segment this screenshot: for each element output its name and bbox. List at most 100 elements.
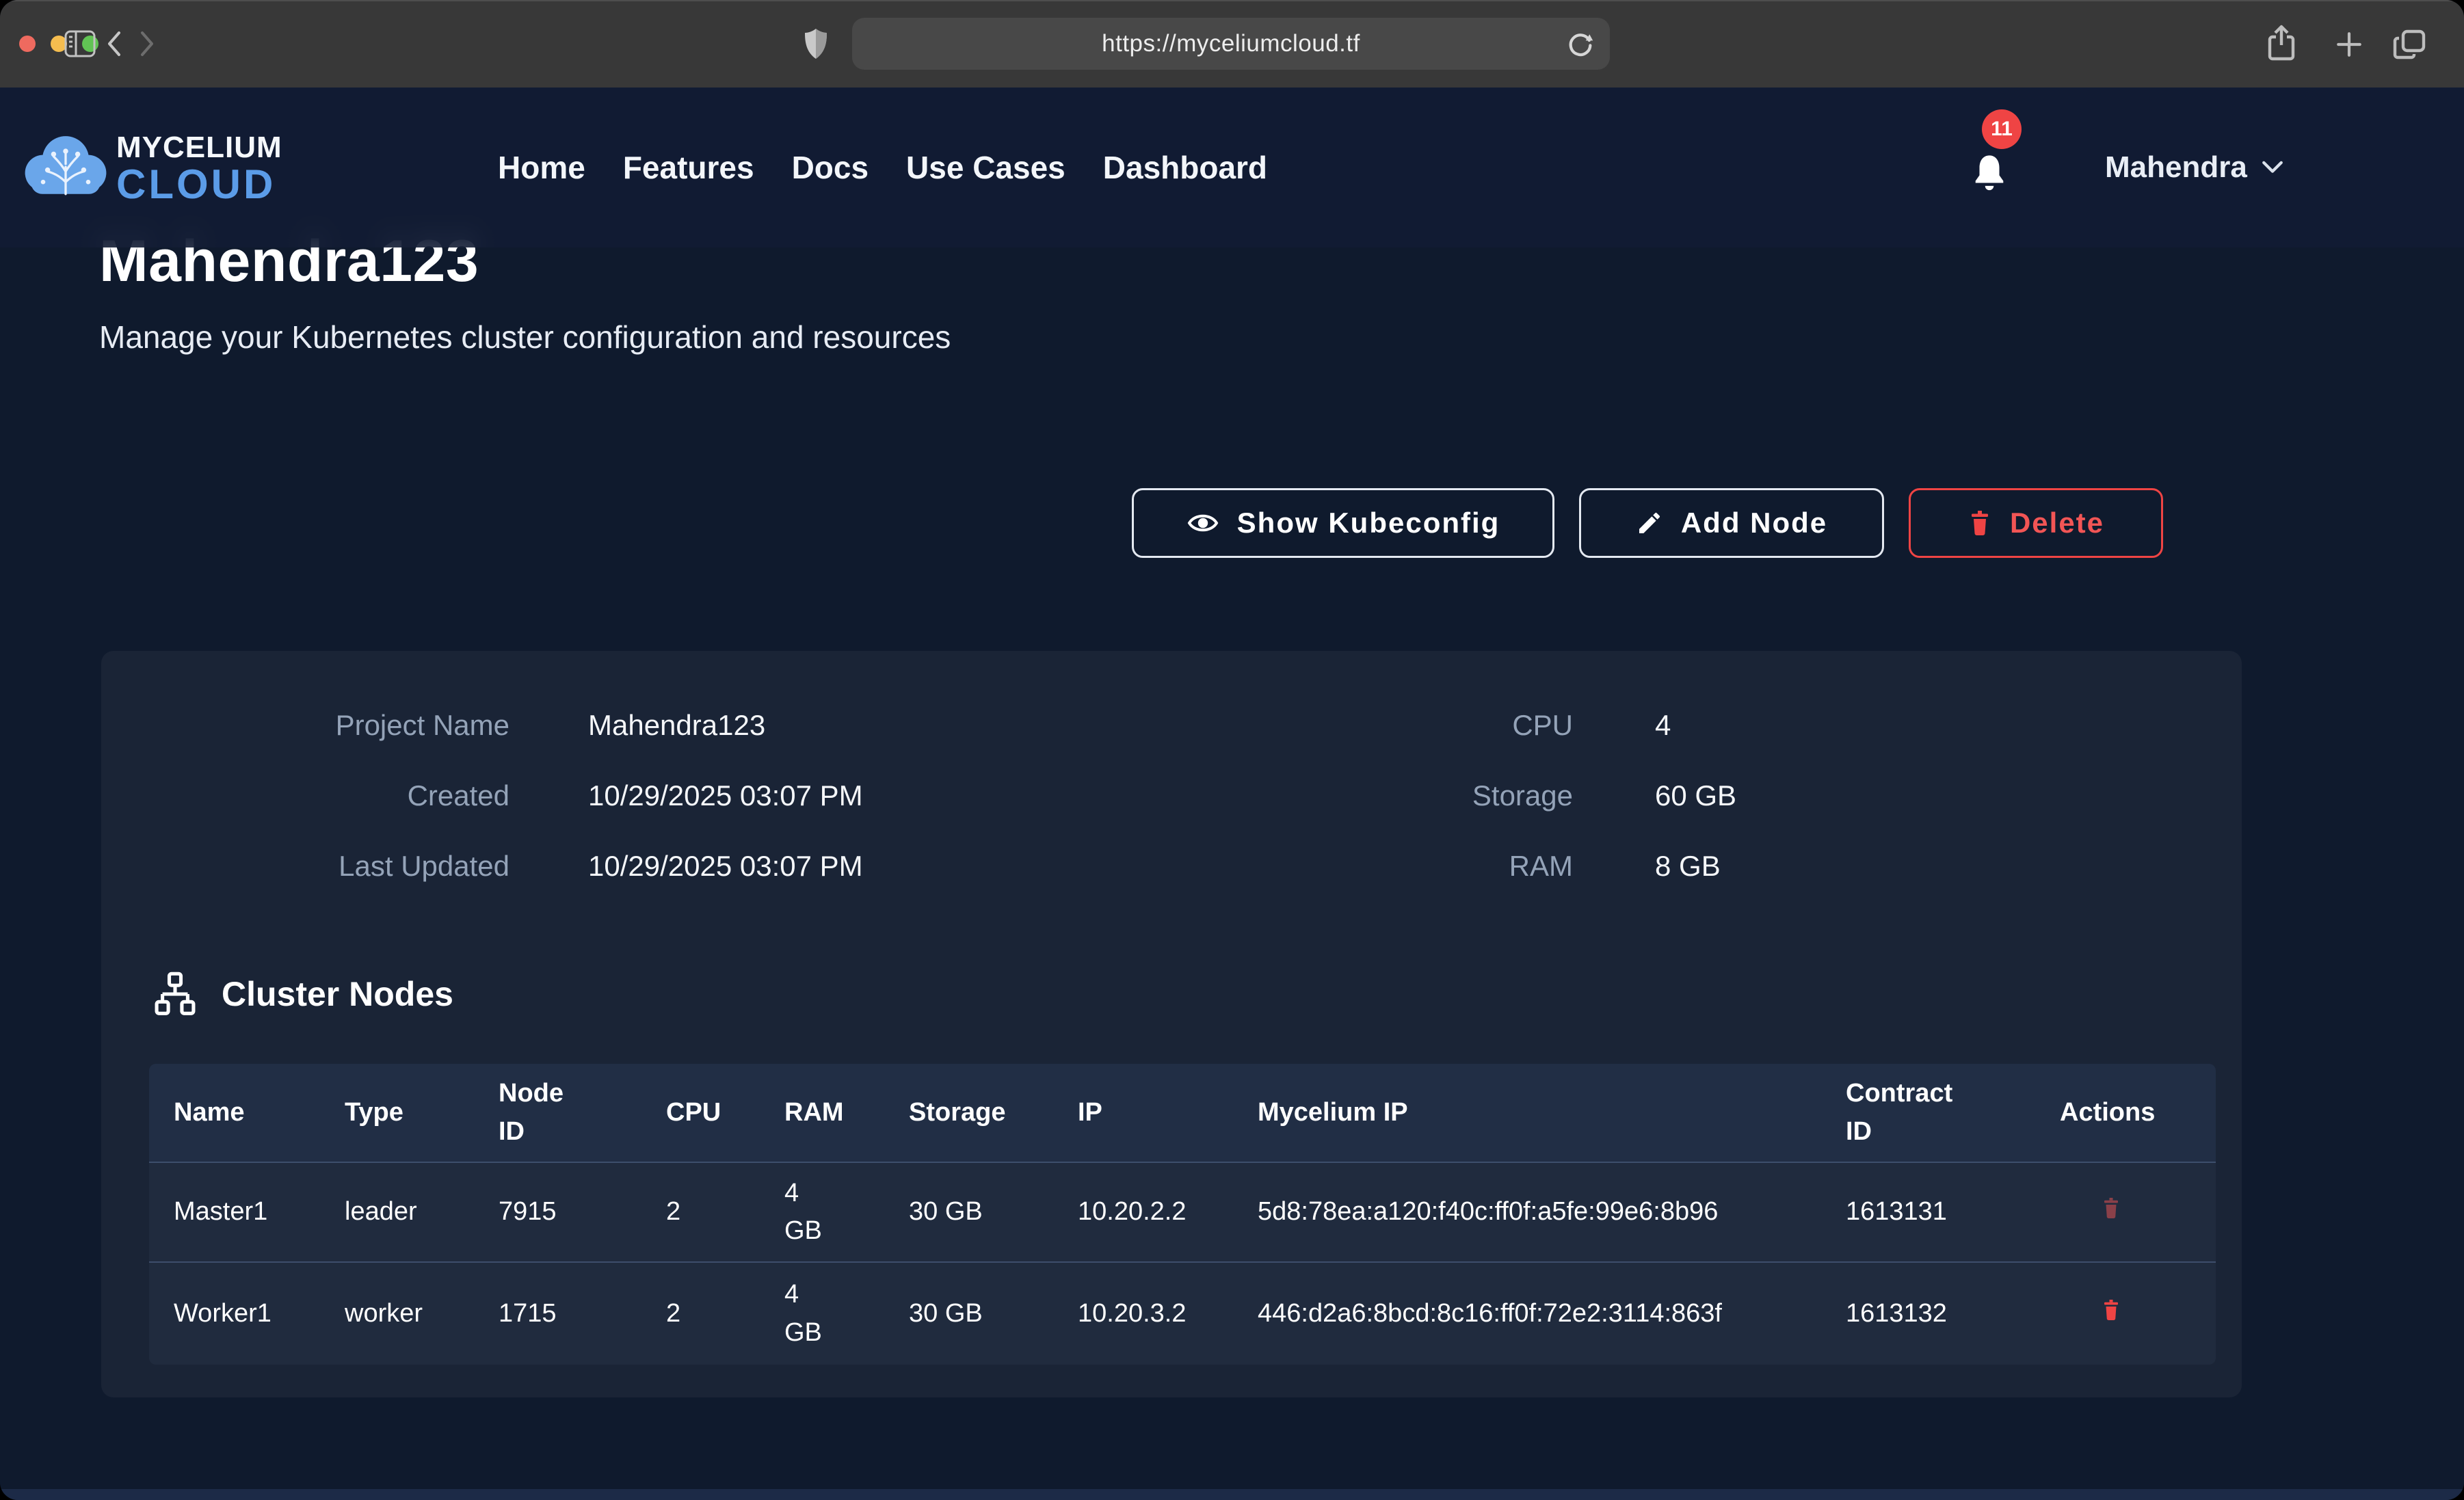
trash-icon	[2101, 1298, 2121, 1322]
mycelium-cloud-logo-icon[interactable]	[21, 127, 111, 204]
privacy-shield-button[interactable]	[803, 27, 829, 60]
nav-link-use-cases[interactable]: Use Cases	[906, 149, 1065, 186]
cell-node-id: 1715	[474, 1262, 641, 1365]
column-header-node-id: Node ID	[474, 1064, 641, 1162]
chevron-right-icon	[135, 30, 159, 57]
share-icon	[2265, 23, 2298, 63]
cell-type: leader	[320, 1162, 474, 1262]
shield-icon	[803, 27, 829, 60]
page-subtitle: Manage your Kubernetes cluster configura…	[99, 319, 951, 356]
column-header-name: Name	[149, 1064, 320, 1162]
detail-value: Mahendra123	[588, 709, 765, 742]
nav-link-features[interactable]: Features	[623, 149, 754, 186]
table-row: Master1 leader 7915 2 4 GB 30 GB 10.20.2…	[149, 1162, 2216, 1262]
tabs-icon	[2392, 29, 2426, 60]
delete-node-button[interactable]	[2101, 1298, 2121, 1322]
sidebar-toggle-button[interactable]	[64, 30, 96, 57]
cluster-detail-panel: Project Name Mahendra123 Created 10/29/2…	[101, 651, 2242, 1397]
sidebar-icon	[64, 30, 96, 57]
tab-overview-button[interactable]	[2392, 29, 2426, 60]
browser-window: https://myceliumcloud.tf	[0, 0, 2464, 1500]
trash-icon	[2101, 1196, 2121, 1220]
eye-icon	[1187, 509, 1219, 537]
notifications-button[interactable]: 11	[1965, 88, 2048, 247]
cell-node-id: 7915	[474, 1162, 641, 1262]
detail-label: CPU	[1195, 709, 1573, 742]
cell-ram: 4 GB	[760, 1162, 884, 1262]
detail-value: 8 GB	[1655, 850, 1721, 883]
nav-link-docs[interactable]: Docs	[792, 149, 869, 186]
delete-label: Delete	[2010, 507, 2104, 539]
detail-value: 4	[1655, 709, 1671, 742]
browser-toolbar: https://myceliumcloud.tf	[0, 0, 2464, 88]
url-bar[interactable]: https://myceliumcloud.tf	[852, 18, 1610, 70]
table-row: Worker1 worker 1715 2 4 GB 30 GB 10.20.3…	[149, 1262, 2216, 1365]
detail-label: Storage	[1195, 779, 1573, 812]
show-kubeconfig-button[interactable]: Show Kubeconfig	[1132, 488, 1554, 558]
column-header-type: Type	[320, 1064, 474, 1162]
user-name: Mahendra	[2105, 150, 2247, 185]
chevron-left-icon	[103, 30, 126, 57]
cell-ip: 10.20.3.2	[1053, 1262, 1233, 1365]
add-node-label: Add Node	[1681, 507, 1827, 539]
cell-contract-id: 1613131	[1821, 1162, 2035, 1262]
nav-link-dashboard[interactable]: Dashboard	[1103, 149, 1267, 186]
back-button[interactable]	[103, 30, 126, 57]
notification-badge: 11	[1982, 109, 2022, 149]
details-left-column: Project Name Mahendra123 Created 10/29/2…	[101, 690, 863, 901]
site-navbar: MYCELIUM CLOUD Home Features Docs Use Ca…	[0, 88, 2464, 247]
cell-actions	[2035, 1262, 2216, 1365]
reload-button[interactable]	[1566, 29, 1595, 64]
plus-icon	[2335, 30, 2363, 59]
show-kubeconfig-label: Show Kubeconfig	[1237, 507, 1500, 539]
cell-actions	[2035, 1162, 2216, 1262]
delete-node-button[interactable]	[2101, 1196, 2121, 1220]
cell-storage: 30 GB	[884, 1262, 1053, 1365]
detail-row: Created 10/29/2025 03:07 PM	[101, 760, 863, 831]
reload-icon	[1566, 29, 1595, 60]
delete-cluster-button[interactable]: Delete	[1909, 488, 2163, 558]
column-header-mycelium-ip: Mycelium IP	[1233, 1064, 1821, 1162]
column-header-ram: RAM	[760, 1064, 884, 1162]
cell-mycelium-ip: 5d8:78ea:a120:f40c:ff0f:a5fe:99e6:8b96	[1233, 1162, 1821, 1262]
detail-row: Last Updated 10/29/2025 03:07 PM	[101, 831, 863, 901]
cell-type: worker	[320, 1262, 474, 1365]
cell-cpu: 2	[641, 1262, 760, 1365]
cluster-nodes-table: Name Type Node ID CPU RAM Storage IP Myc…	[149, 1064, 2216, 1365]
nav-link-home[interactable]: Home	[498, 149, 585, 186]
user-menu[interactable]: Mahendra	[2105, 88, 2284, 247]
column-header-contract-id: Contract ID	[1821, 1064, 2035, 1162]
trash-icon	[1968, 509, 1992, 537]
close-window-button[interactable]	[19, 36, 36, 52]
column-header-actions: Actions	[2035, 1064, 2216, 1162]
cluster-nodes-icon	[152, 971, 198, 1017]
share-button[interactable]	[2265, 23, 2298, 63]
detail-label: Last Updated	[101, 850, 509, 883]
cell-cpu: 2	[641, 1162, 760, 1262]
page-body: Mahendra123 Manage your Kubernetes clust…	[0, 88, 2464, 1500]
brand-line1: MYCELIUM	[116, 133, 282, 163]
detail-row: Project Name Mahendra123	[101, 690, 863, 760]
table-header-row: Name Type Node ID CPU RAM Storage IP Myc…	[149, 1064, 2216, 1162]
brand-line2: CLOUD	[116, 164, 282, 205]
add-node-button[interactable]: Add Node	[1579, 488, 1884, 558]
cluster-action-buttons: Show Kubeconfig Add Node Delete	[1132, 488, 2163, 558]
detail-value: 10/29/2025 03:07 PM	[588, 850, 863, 883]
cell-contract-id: 1613132	[1821, 1262, 2035, 1365]
column-header-cpu: CPU	[641, 1064, 760, 1162]
detail-row: CPU 4	[1195, 690, 1736, 760]
cluster-nodes-heading: Cluster Nodes	[152, 971, 453, 1017]
url-text: https://myceliumcloud.tf	[1102, 30, 1360, 57]
forward-button[interactable]	[135, 30, 159, 57]
pencil-icon	[1636, 509, 1663, 537]
detail-label: Created	[101, 779, 509, 812]
footer-strip	[0, 1489, 2464, 1500]
details-right-column: CPU 4 Storage 60 GB RAM 8 GB	[1195, 690, 1736, 901]
cell-ram: 4 GB	[760, 1262, 884, 1365]
brand-wordmark[interactable]: MYCELIUM CLOUD	[116, 133, 282, 205]
bell-icon	[1970, 152, 2009, 196]
new-tab-button[interactable]	[2335, 30, 2363, 59]
column-header-ip: IP	[1053, 1064, 1233, 1162]
cell-mycelium-ip: 446:d2a6:8bcd:8c16:ff0f:72e2:3114:863f	[1233, 1262, 1821, 1365]
nav-links: Home Features Docs Use Cases Dashboard	[498, 88, 1267, 247]
